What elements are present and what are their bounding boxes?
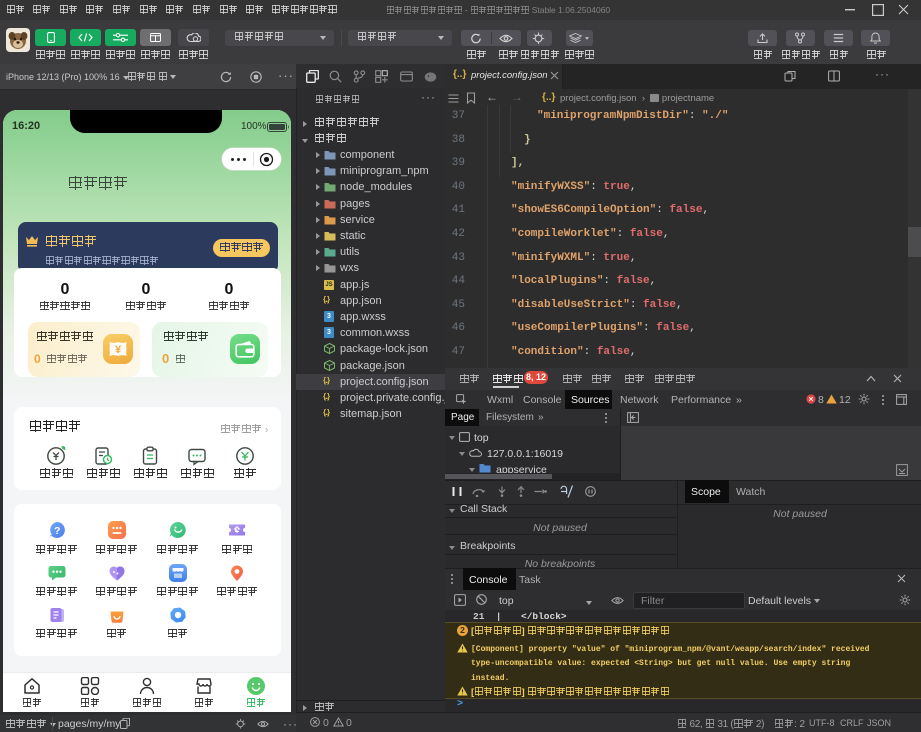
svg-text:¥: ¥ <box>115 344 122 356</box>
svg-text:?: ? <box>54 525 60 537</box>
